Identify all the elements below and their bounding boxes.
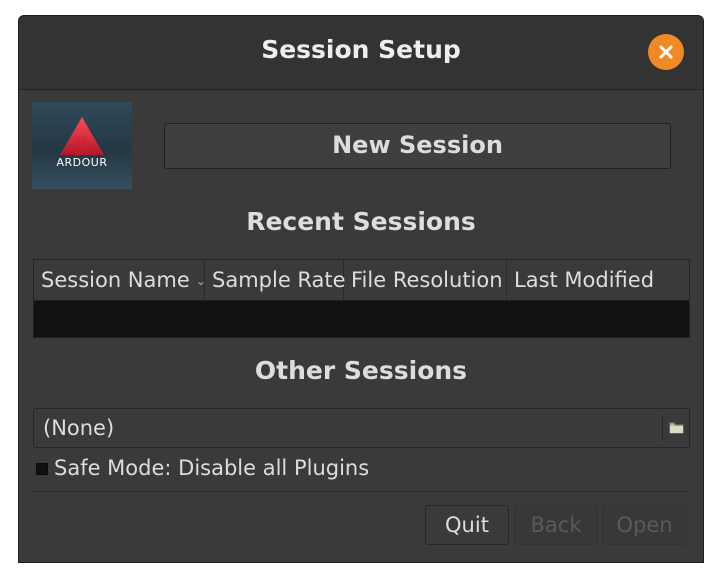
- close-icon: [659, 45, 673, 59]
- logo-text: ARDOUR: [56, 156, 108, 169]
- column-label: Session Name: [41, 268, 190, 292]
- session-setup-dialog: Session Setup ARDOUR New Session Recent …: [18, 15, 704, 563]
- divider: [33, 491, 690, 492]
- table-header: Session Name ⌄ Sample Rate File Resolutio…: [34, 260, 689, 301]
- column-header-session-name[interactable]: Session Name ⌄: [34, 260, 206, 300]
- ardour-logo: ARDOUR: [32, 102, 132, 189]
- column-label: Sample Rate: [212, 268, 346, 292]
- back-button[interactable]: Back: [514, 505, 598, 545]
- folder-icon: [669, 422, 684, 434]
- file-chooser-separator: [662, 415, 663, 441]
- column-label: Last Modified: [514, 268, 655, 292]
- quit-button[interactable]: Quit: [425, 505, 509, 545]
- safe-mode-label[interactable]: Safe Mode: Disable all Plugins: [54, 456, 369, 480]
- file-chooser-value: (None): [43, 416, 115, 440]
- column-header-sample-rate[interactable]: Sample Rate: [205, 260, 346, 300]
- close-button[interactable]: [648, 34, 684, 70]
- session-file-chooser[interactable]: (None): [33, 408, 690, 448]
- new-session-button[interactable]: New Session: [164, 123, 671, 169]
- ardour-logo-icon: [60, 117, 104, 155]
- recent-sessions-table[interactable]: Session Name ⌄ Sample Rate File Resolutio…: [33, 259, 690, 338]
- safe-mode-checkbox[interactable]: [36, 463, 48, 475]
- recent-sessions-heading: Recent Sessions: [246, 207, 476, 236]
- column-header-file-resolution[interactable]: File Resolution: [344, 260, 507, 300]
- title-bar: Session Setup: [19, 16, 703, 90]
- dialog-title: Session Setup: [261, 35, 461, 64]
- column-header-last-modified[interactable]: Last Modified: [507, 260, 689, 300]
- open-button[interactable]: Open: [602, 505, 687, 545]
- other-sessions-heading: Other Sessions: [254, 356, 468, 385]
- column-label: File Resolution: [351, 268, 503, 292]
